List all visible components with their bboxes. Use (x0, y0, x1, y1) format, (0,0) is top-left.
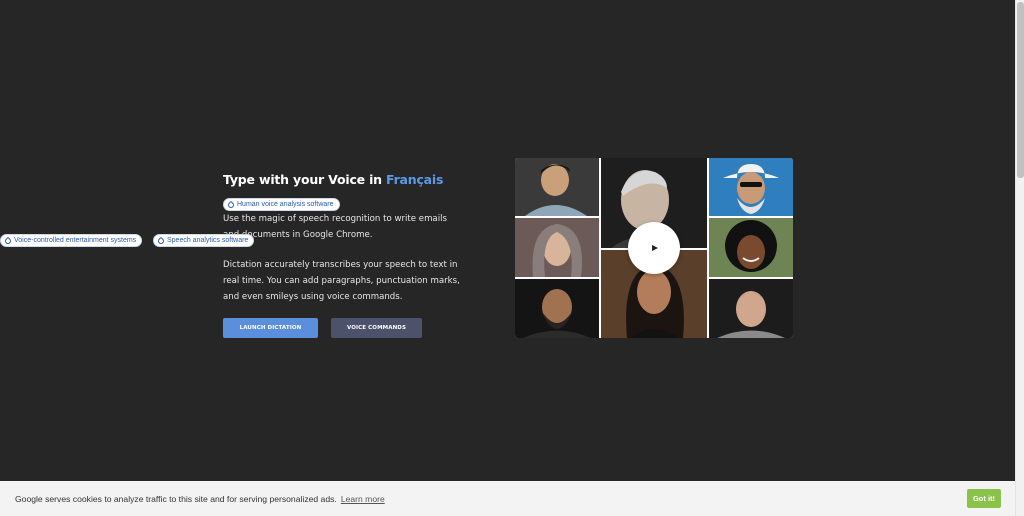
play-icon (652, 245, 658, 251)
description-paragraph: Dictation accurately transcribes your sp… (223, 260, 460, 302)
portrait-young-man (515, 158, 599, 216)
tag-icon (156, 236, 166, 245)
intro-paragraph: Use the magic of speech recognition to w… (223, 214, 447, 240)
tag-label: Voice-controlled entertainment systems (14, 237, 137, 244)
hero-title: Type with your Voice in Français (223, 172, 473, 187)
portrait-woman-smiling (709, 218, 793, 277)
portrait-man-cowboy-hat (709, 158, 793, 216)
portrait-woman-headscarf (515, 218, 599, 277)
voice-commands-button[interactable]: VOICE COMMANDS (331, 318, 422, 338)
play-button[interactable] (628, 222, 680, 274)
got-it-button[interactable]: Got it! (967, 489, 1001, 508)
tag-icon (3, 236, 13, 245)
tag-speech-analytics[interactable]: Speech analytics software (153, 234, 255, 247)
page-title: Type with your Voice in Français (223, 172, 473, 187)
title-prefix: Type with your Voice in (223, 172, 387, 187)
portrait-man-short-hair (709, 279, 793, 338)
portrait-bearded-man (515, 279, 599, 338)
scrollbar-thumb[interactable] (1017, 2, 1024, 178)
launch-dictation-button[interactable]: LAUNCH DICTATION (223, 318, 318, 338)
tag-icon (226, 200, 236, 209)
tag-human-voice-analysis[interactable]: Human voice analysis software (223, 198, 340, 211)
language-link[interactable]: Français (386, 172, 443, 187)
cookie-banner: Google serves cookies to analyze traffic… (0, 481, 1015, 516)
learn-more-link[interactable]: Learn more (341, 494, 385, 504)
vertical-scrollbar[interactable] (1015, 0, 1024, 516)
tag-label: Speech analytics software (167, 237, 249, 244)
cookie-text: Google serves cookies to analyze traffic… (15, 493, 337, 504)
tag-voice-controlled-entertainment[interactable]: Voice-controlled entertainment systems (0, 234, 143, 247)
tag-label: Human voice analysis software (237, 201, 334, 208)
